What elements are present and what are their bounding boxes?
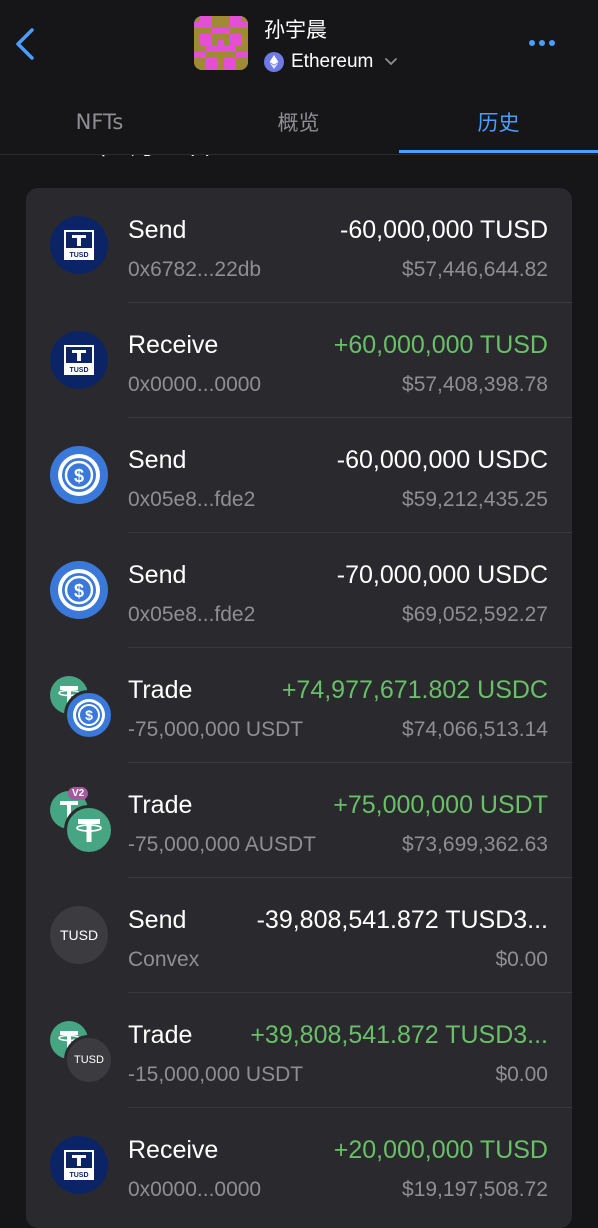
transaction-amount: -60,000,000 TUSD (340, 216, 548, 244)
transaction-usd-value: $59,212,435.25 (402, 488, 548, 511)
transaction-usd-value: $57,446,644.82 (402, 258, 548, 281)
transaction-row[interactable]: TUSD Receive 0x0000...0000 +20,000,000 T… (26, 1108, 572, 1223)
transaction-type: Send (128, 446, 187, 474)
transaction-amount: -39,808,541.872 TUSD3... (256, 906, 548, 934)
wallet-avatar[interactable] (194, 16, 248, 70)
more-options-icon[interactable] (522, 32, 562, 54)
transaction-address: -75,000,000 AUSDT (128, 833, 316, 856)
tusd-icon: TUSD (50, 1136, 110, 1196)
tab-bar: NFTs 概览 历史 (0, 92, 598, 155)
transaction-type: Receive (128, 1136, 219, 1164)
transaction-address: -75,000,000 USDT (128, 718, 304, 741)
svg-text:TUSD: TUSD (69, 252, 88, 259)
chevron-down-icon (385, 58, 398, 66)
tusd-text-icon: TUSD (50, 906, 110, 966)
active-tab-indicator (399, 150, 598, 153)
svg-text:$: $ (85, 707, 93, 723)
transaction-usd-value: $0.00 (495, 948, 548, 971)
transaction-type: Receive (128, 331, 219, 359)
transaction-amount: +20,000,000 TUSD (333, 1136, 548, 1164)
transaction-row[interactable]: $ Send 0x05e8...fde2 -60,000,000 USDC $5… (26, 418, 572, 533)
transaction-usd-value: $57,408,398.78 (402, 373, 548, 396)
ethereum-icon (264, 52, 284, 72)
transaction-address: -15,000,000 USDT (128, 1063, 304, 1086)
transaction-row[interactable]: V2 Trade -75,000,000 AUSDT +75,000,000 U… (26, 763, 572, 878)
svg-text:$: $ (74, 466, 84, 486)
ausdt-usdt-icon: V2 (50, 787, 114, 855)
network-selector[interactable]: Ethereum (264, 51, 398, 73)
transaction-address: 0x6782...22db (128, 258, 262, 281)
transaction-address: Convex (128, 948, 200, 971)
transaction-address: 0x05e8...fde2 (128, 488, 256, 511)
transaction-type: Send (128, 216, 187, 244)
transaction-address: 0x0000...0000 (128, 1178, 262, 1201)
transaction-amount: +60,000,000 TUSD (333, 331, 548, 359)
network-label: Ethereum (291, 51, 374, 72)
usdc-icon: $ (50, 561, 110, 621)
transaction-type: Trade (128, 676, 193, 704)
usdc-icon: $ (50, 446, 110, 506)
wallet-name: 孙宇晨 (264, 18, 327, 42)
tab-nfts[interactable]: NFTs (0, 92, 199, 152)
transaction-row[interactable]: TUSD Send 0x6782...22db -60,000,000 TUSD… (26, 188, 572, 303)
transaction-list: TUSD Send 0x6782...22db -60,000,000 TUSD… (26, 188, 572, 1228)
transaction-usd-value: $73,699,362.63 (402, 833, 548, 856)
svg-text:TUSD: TUSD (69, 1172, 88, 1179)
usdt-usdc-icon: $ (50, 676, 114, 740)
tab-overview[interactable]: 概览 (199, 92, 398, 152)
svg-text:$: $ (74, 581, 84, 601)
tusd-icon: TUSD (50, 216, 110, 276)
header: 孙宇晨 Ethereum (0, 0, 598, 92)
transaction-usd-value: $74,066,513.14 (402, 718, 548, 741)
transaction-row[interactable]: $ Send 0x05e8...fde2 -70,000,000 USDC $6… (26, 533, 572, 648)
transaction-amount: -60,000,000 USDC (336, 446, 548, 474)
transaction-row[interactable]: $ Trade -75,000,000 USDT +74,977,671.802… (26, 648, 572, 763)
transaction-row[interactable]: TUSD Send Convex -39,808,541.872 TUSD3..… (26, 878, 572, 993)
transaction-amount: +74,977,671.802 USDC (281, 676, 548, 704)
v2-badge: V2 (68, 787, 89, 800)
transaction-address: 0x05e8...fde2 (128, 603, 256, 626)
transaction-amount: +39,808,541.872 TUSD3... (250, 1021, 548, 1049)
tab-history[interactable]: 历史 (399, 92, 598, 152)
transaction-usd-value: $0.00 (495, 1063, 548, 1086)
transaction-type: Send (128, 561, 187, 589)
transaction-row[interactable]: TUSD Trade -15,000,000 USDT +39,808,541.… (26, 993, 572, 1108)
transaction-type: Trade (128, 1021, 193, 1049)
transaction-amount: -70,000,000 USDC (336, 561, 548, 589)
transaction-amount: +75,000,000 USDT (333, 791, 548, 819)
svg-text:TUSD: TUSD (69, 367, 88, 374)
tusd-icon: TUSD (50, 331, 110, 391)
transaction-address: 0x0000...0000 (128, 373, 262, 396)
transaction-usd-value: $19,197,508.72 (402, 1178, 548, 1201)
transaction-type: Trade (128, 791, 193, 819)
transaction-usd-value: $69,052,592.27 (402, 603, 548, 626)
transaction-row[interactable]: TUSD Receive 0x0000...0000 +60,000,000 T… (26, 303, 572, 418)
back-chevron-icon[interactable] (12, 26, 40, 62)
transaction-type: Send (128, 906, 187, 934)
usdt-tusd-icon: TUSD (50, 1021, 114, 1085)
